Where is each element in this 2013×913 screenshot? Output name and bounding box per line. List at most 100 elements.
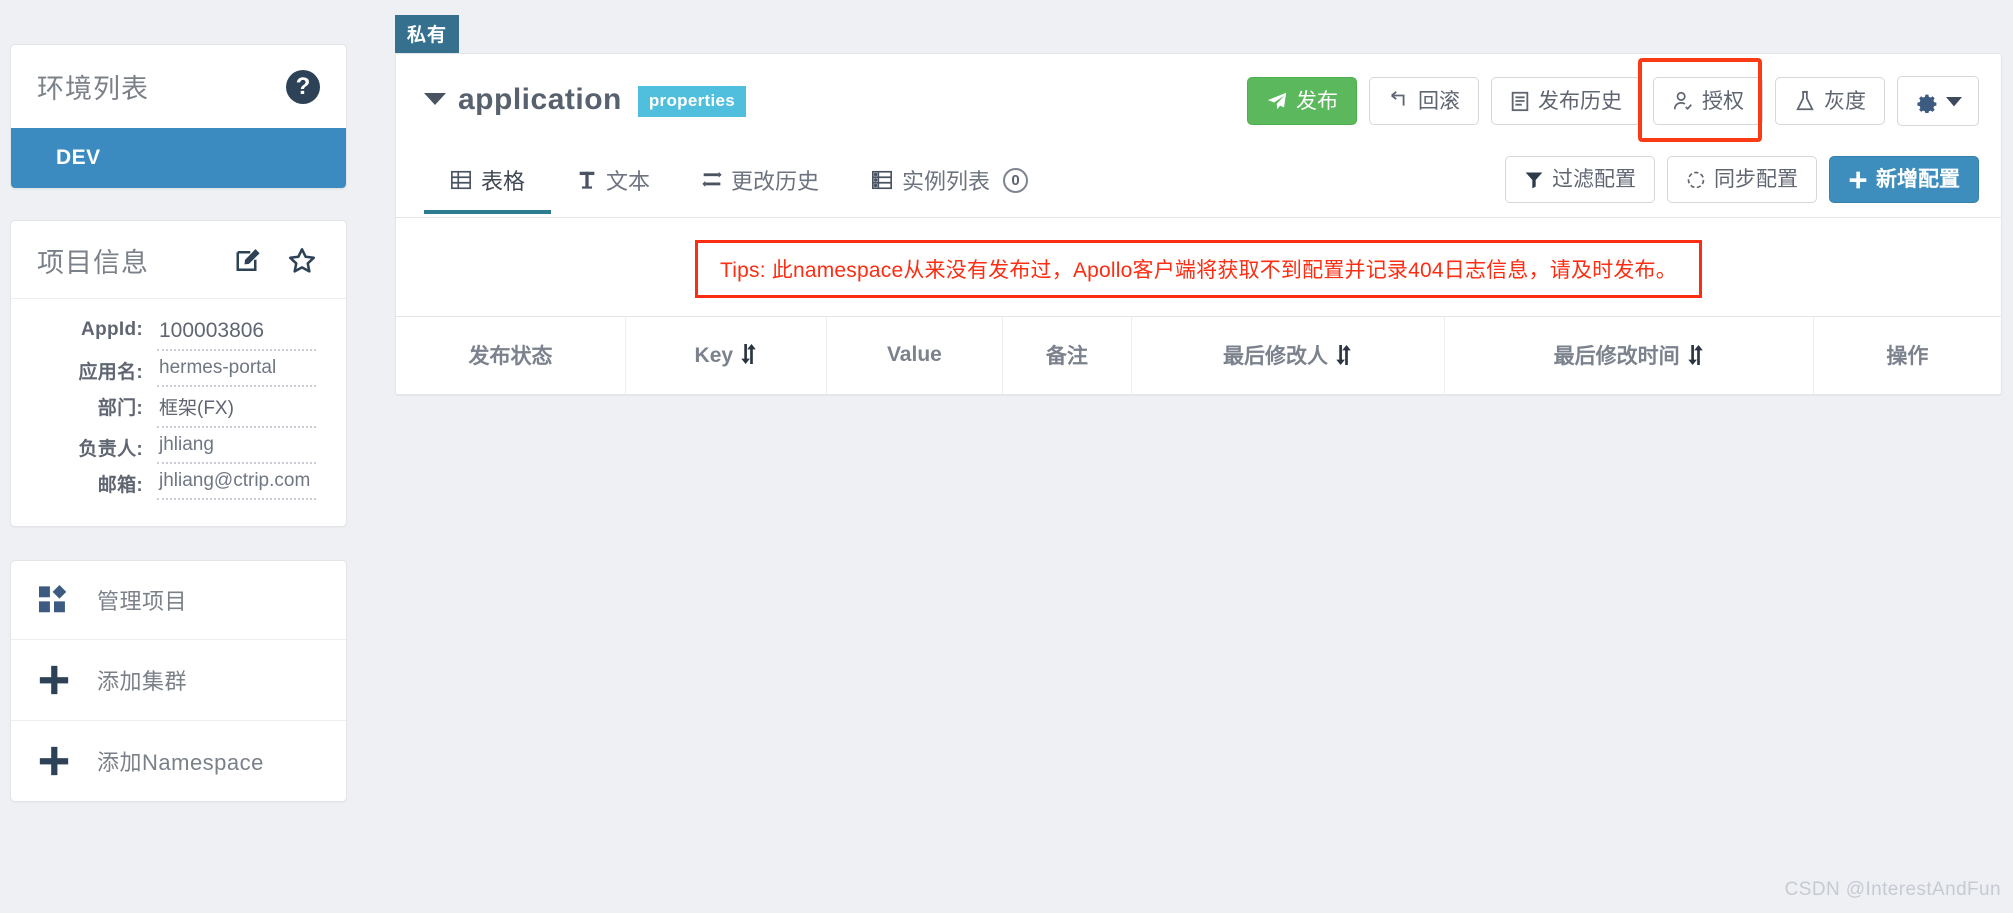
column-header-last-modified-by[interactable]: 最后修改人 <box>1130 316 1445 394</box>
publish-history-button[interactable]: 发布历史 <box>1491 77 1641 125</box>
field-value: jhliang <box>157 432 316 464</box>
authorize-button-label: 授权 <box>1702 89 1744 113</box>
gray-release-button-label: 灰度 <box>1824 89 1866 113</box>
clipboard-icon <box>1510 90 1530 112</box>
project-info-header: 项目信息 <box>11 221 346 299</box>
sidebar-item-add-cluster[interactable]: 添加集群 <box>11 640 346 721</box>
field-label: 部门: <box>97 398 143 419</box>
sidebar-item-dev[interactable]: DEV <box>11 128 346 188</box>
sync-config-button-label: 同步配置 <box>1714 168 1798 191</box>
column-header-release-status: 发布状态 <box>396 316 626 394</box>
column-header-operations: 操作 <box>1812 316 2001 394</box>
user-check-icon <box>1672 90 1694 112</box>
column-header-comment: 备注 <box>1002 316 1132 394</box>
circle-sync-icon <box>1686 170 1706 190</box>
sidebar-item-label: 添加Namespace <box>97 750 264 775</box>
instance-count-badge: 0 <box>1003 167 1029 193</box>
table-icon <box>450 169 472 191</box>
sidebar: 环境列表 ? DEV 项目信息 AppId: 100003806 应用名: he… <box>10 44 347 802</box>
namespace-name: application <box>458 82 622 116</box>
filter-config-button[interactable]: 过滤配置 <box>1505 156 1655 203</box>
project-info-fields: AppId: 100003806 应用名: hermes-portal 部门: … <box>11 299 346 526</box>
edit-pencil-icon[interactable] <box>234 246 264 276</box>
private-badge: 私有 <box>395 15 460 53</box>
sort-icon[interactable] <box>740 344 757 370</box>
tab-table[interactable]: 表格 <box>424 150 552 214</box>
sidebar-item-manage-project[interactable]: 管理项目 <box>11 561 346 640</box>
gear-icon <box>1914 89 1938 113</box>
sync-config-button[interactable]: 同步配置 <box>1667 156 1817 203</box>
column-label: 备注 <box>1045 345 1088 368</box>
namespace-panel: application properties 发布 回滚 发布历史 授权 灰度 … <box>395 53 2002 395</box>
flask-icon <box>1794 90 1816 112</box>
project-info-panel: 项目信息 AppId: 100003806 应用名: hermes-portal… <box>10 220 347 527</box>
field-label: AppId: <box>81 319 143 340</box>
tab-list: 表格 文本 更改历史 实例列表 0 <box>424 150 1054 214</box>
column-header-last-modified-time[interactable]: 最后修改时间 <box>1443 316 1814 394</box>
tab-text[interactable]: 文本 <box>551 150 676 214</box>
field-value: hermes-portal <box>157 355 316 387</box>
namespace-title[interactable]: application properties <box>424 83 746 120</box>
text-t-icon <box>577 169 597 191</box>
project-info-title: 项目信息 <box>37 248 149 278</box>
sidebar-item-add-namespace[interactable]: 添加Namespace <box>11 721 346 801</box>
sort-icon[interactable] <box>1687 345 1704 371</box>
add-config-button[interactable]: 新增配置 <box>1829 156 1979 203</box>
tips-banner-wrap: Tips: 此namespace从来没有发布过，Apollo客户端将获取不到配置… <box>396 218 2001 316</box>
tab-instance-list[interactable]: 实例列表 0 <box>845 150 1054 214</box>
project-info-row-appname: 应用名: hermes-portal <box>23 355 316 387</box>
rollback-button[interactable]: 回滚 <box>1369 77 1479 125</box>
column-label: 最后修改时间 <box>1553 345 1680 368</box>
history-swap-icon <box>702 170 722 190</box>
column-label: 最后修改人 <box>1223 345 1329 368</box>
rollback-button-label: 回滚 <box>1418 89 1460 113</box>
environment-list-panel: 环境列表 ? DEV <box>10 44 347 189</box>
tab-actions: 过滤配置 同步配置 新增配置 <box>1505 146 1979 217</box>
config-table: 发布状态 Key Value 备注 最后修改人 最后修改时间 操作 <box>396 316 2001 394</box>
watermark: CSDN @InterestAndFun <box>1784 879 2001 900</box>
publish-button[interactable]: 发布 <box>1247 77 1357 125</box>
tab-label: 表格 <box>481 169 526 194</box>
field-value: jhliang@ctrip.com <box>157 468 316 500</box>
grid-blocks-icon <box>37 585 83 615</box>
project-info-row-email: 邮箱: jhliang@ctrip.com <box>23 468 316 500</box>
environment-list-title: 环境列表 <box>37 74 149 104</box>
sidebar-item-label: 添加集群 <box>97 669 188 694</box>
authorize-button[interactable]: 授权 <box>1653 77 1763 125</box>
namespace-visibility-badge-wrap: 私有 <box>395 15 2002 53</box>
gray-release-button[interactable]: 灰度 <box>1775 77 1885 125</box>
sidebar-item-label: 管理项目 <box>97 589 188 614</box>
column-label: 发布状态 <box>468 345 553 368</box>
app-root: 环境列表 ? DEV 项目信息 AppId: 100003806 应用名: he… <box>0 0 2013 913</box>
settings-dropdown-button[interactable] <box>1897 76 1979 126</box>
caret-down-icon[interactable] <box>424 92 446 105</box>
column-header-key[interactable]: Key <box>625 316 827 394</box>
namespace-header: application properties 发布 回滚 发布历史 授权 灰度 <box>396 54 2001 146</box>
question-mark-icon[interactable]: ? <box>286 69 320 104</box>
tab-label: 文本 <box>606 169 651 194</box>
field-value: 框架(FX) <box>157 391 316 428</box>
publish-button-label: 发布 <box>1296 89 1338 113</box>
plus-icon <box>37 663 83 697</box>
project-info-row-department: 部门: 框架(FX) <box>23 391 316 428</box>
column-label: 操作 <box>1886 345 1929 368</box>
star-icon[interactable] <box>286 245 318 277</box>
project-info-row-owner: 负责人: jhliang <box>23 432 316 464</box>
project-info-row-appid: AppId: 100003806 <box>23 317 316 351</box>
tab-label: 实例列表 <box>902 169 991 194</box>
paper-plane-icon <box>1266 90 1288 112</box>
sidebar-actions-panel: 管理项目 添加集群 添加Namespace <box>10 560 347 802</box>
filter-config-button-label: 过滤配置 <box>1552 168 1636 191</box>
environment-list-header: 环境列表 ? <box>11 45 346 128</box>
column-label: Key <box>694 344 734 367</box>
column-label: Value <box>886 343 942 366</box>
rollback-arrow-icon <box>1388 90 1410 112</box>
tab-label: 更改历史 <box>731 169 820 194</box>
column-header-value: Value <box>825 316 1003 394</box>
field-label: 邮箱: <box>97 475 143 496</box>
sort-icon[interactable] <box>1335 345 1352 371</box>
add-config-button-label: 新增配置 <box>1876 168 1960 191</box>
main-content: 私有 application properties 发布 回滚 发布历史 授权 … <box>395 15 2002 395</box>
tab-change-history[interactable]: 更改历史 <box>676 150 845 214</box>
publish-history-button-label: 发布历史 <box>1538 89 1622 113</box>
